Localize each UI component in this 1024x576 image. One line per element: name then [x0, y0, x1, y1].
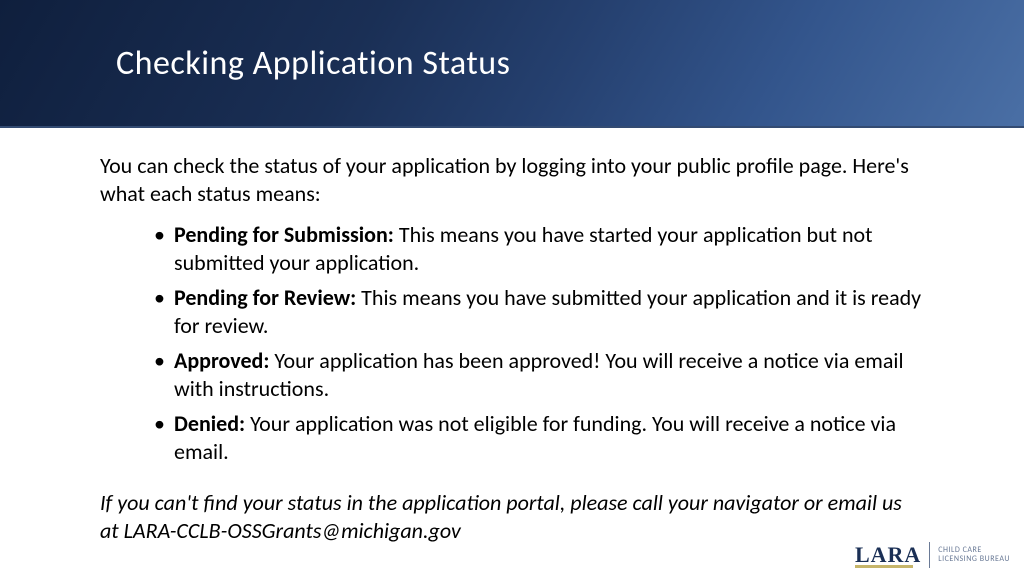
- status-text: Your application has been approved! You …: [174, 347, 904, 402]
- status-list: Pending for Submission: This means you h…: [154, 221, 924, 465]
- status-label: Approved:: [174, 347, 269, 374]
- body-content: You can check the status of your applica…: [0, 128, 1024, 544]
- status-label: Denied:: [174, 410, 245, 437]
- list-item: Pending for Review: This means you have …: [154, 284, 924, 339]
- logo-text-block: LARA: [855, 542, 921, 568]
- list-item: Pending for Submission: This means you h…: [154, 221, 924, 276]
- list-item: Approved: Your application has been appr…: [154, 347, 924, 402]
- logo-tagline: CHILD CARE LICENSING BUREAU: [938, 546, 1010, 564]
- logo-divider: [929, 542, 930, 568]
- header-bar: Checking Application Status: [0, 0, 1024, 128]
- status-text: Your application was not eligible for fu…: [174, 410, 896, 465]
- logo-tag-line2: LICENSING BUREAU: [938, 555, 1010, 564]
- intro-text: You can check the status of your applica…: [100, 152, 924, 207]
- list-item: Denied: Your application was not eligibl…: [154, 410, 924, 465]
- status-label: Pending for Review:: [174, 284, 356, 311]
- lara-logo: LARA CHILD CARE LICENSING BUREAU: [855, 542, 1010, 568]
- slide: Checking Application Status You can chec…: [0, 0, 1024, 576]
- footnote-text: If you can't find your status in the app…: [100, 489, 924, 544]
- logo-name: LARA: [855, 542, 921, 568]
- page-title: Checking Application Status: [116, 43, 510, 84]
- status-label: Pending for Submission:: [174, 221, 394, 248]
